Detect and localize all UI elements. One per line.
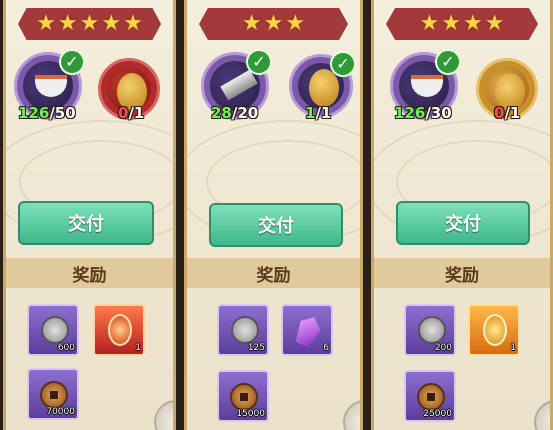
star-icon: ★: [123, 11, 143, 36]
reward-red-badge[interactable]: 1: [93, 304, 145, 356]
copper-coin-icon: [417, 383, 445, 411]
requirement-count: 126/30: [394, 104, 452, 122]
star-icon: ★: [463, 11, 483, 36]
bowl-corner-icon: [154, 400, 173, 430]
purple-crystal-icon: [292, 313, 325, 349]
copper-coin-icon: [230, 383, 258, 411]
star-rating: ★ ★ ★ ★: [386, 8, 538, 40]
star-icon: ★: [419, 11, 440, 36]
red-badge-icon: [108, 314, 132, 346]
deliver-button[interactable]: 交付: [396, 201, 530, 245]
reward-purple-crystal[interactable]: 6: [281, 304, 333, 356]
reward-qty: 15000: [236, 409, 265, 419]
iron-bar-icon: [220, 69, 258, 101]
reward-paw-token[interactable]: 125: [217, 304, 269, 356]
reward-copper-coin[interactable]: 15000: [217, 370, 269, 422]
bowl-corner-icon: [534, 400, 550, 430]
paw-token-icon: [41, 316, 69, 344]
reward-qty: 1: [135, 343, 141, 353]
reward-copper-coin[interactable]: 70000: [27, 368, 79, 420]
gap-2: [363, 0, 371, 430]
star-icon: ★: [36, 11, 56, 36]
golden-egg-icon: [309, 69, 339, 107]
reward-gold-badge[interactable]: 1: [468, 304, 520, 356]
check-icon: ✓: [435, 49, 461, 75]
gold-badge-icon: [483, 314, 507, 346]
task-card-2: ★ ★ ★ ✓ 28/20 ✓ 1/1 交付 奖励 125 6 15000: [184, 0, 363, 430]
star-banner: ★ ★ ★ ★: [386, 8, 538, 40]
check-icon: ✓: [330, 51, 356, 77]
food-bowl-icon: [411, 75, 443, 97]
deliver-button[interactable]: 交付: [209, 203, 343, 247]
food-bowl-icon: [35, 75, 67, 97]
requirement-count: 0/1: [118, 104, 145, 122]
requirement-count: 126/50: [18, 104, 76, 122]
star-banner: ★ ★ ★: [199, 8, 348, 40]
reward-qty: 600: [57, 343, 75, 353]
task-card-3: ★ ★ ★ ★ ✓ 126/30 0/1 交付 奖励 200 1 25000: [371, 0, 553, 430]
check-icon: ✓: [59, 49, 85, 75]
star-icon: ★: [79, 11, 100, 36]
star-rating: ★ ★ ★ ★ ★: [18, 8, 161, 40]
reward-qty: 25000: [423, 409, 452, 419]
star-icon: ★: [241, 11, 262, 36]
star-icon: ★: [57, 11, 78, 36]
reward-paw-token[interactable]: 200: [404, 304, 456, 356]
reward-qty: 70000: [46, 407, 75, 417]
star-icon: ★: [101, 11, 122, 36]
gap-1: [176, 0, 184, 430]
star-icon: ★: [484, 11, 505, 36]
reward-title: 奖励: [187, 258, 360, 288]
reward-title: 奖励: [6, 258, 173, 288]
paw-token-icon: [418, 316, 446, 344]
check-icon: ✓: [246, 49, 272, 75]
deliver-button[interactable]: 交付: [18, 201, 154, 245]
requirement-count: 0/1: [494, 104, 521, 122]
reward-qty: 6: [323, 343, 329, 353]
paw-token-icon: [231, 316, 259, 344]
reward-qty: 200: [434, 343, 452, 353]
task-card-1: ★ ★ ★ ★ ★ ✓ 126/50 0/1 交付 奖励 600 1 70000: [3, 0, 176, 430]
star-icon: ★: [285, 11, 306, 36]
reward-copper-coin[interactable]: 25000: [404, 370, 456, 422]
reward-title: 奖励: [374, 258, 550, 288]
star-icon: ★: [263, 11, 284, 36]
star-banner: ★ ★ ★ ★ ★: [18, 8, 161, 40]
reward-qty: 125: [247, 343, 265, 353]
star-rating: ★ ★ ★: [199, 8, 348, 40]
copper-coin-icon: [40, 381, 68, 409]
requirement-count: 1/1: [305, 104, 332, 122]
reward-qty: 1: [510, 343, 516, 353]
reward-paw-token[interactable]: 600: [27, 304, 79, 356]
bowl-corner-icon: [343, 400, 360, 430]
requirement-count: 28/20: [211, 104, 259, 122]
star-icon: ★: [441, 11, 461, 36]
